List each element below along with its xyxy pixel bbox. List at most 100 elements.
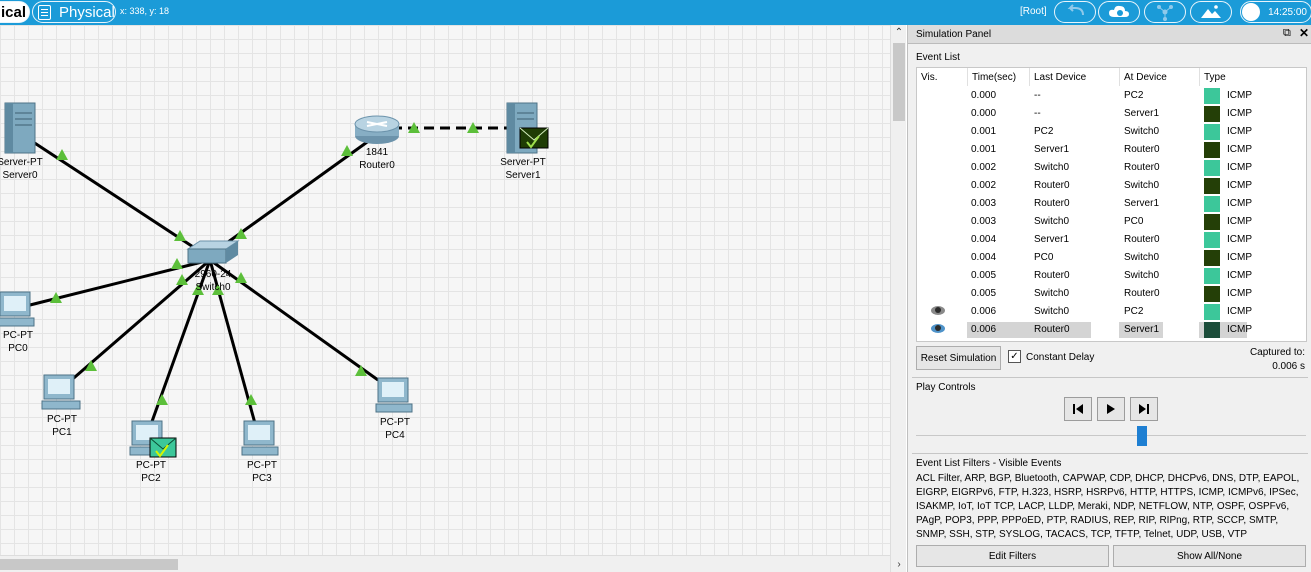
server0-icon <box>4 102 36 154</box>
scroll-up-icon[interactable]: ⌃ <box>891 27 907 38</box>
pdu-color-swatch <box>1204 250 1220 266</box>
event-time: 0.006 <box>971 324 997 335</box>
top-toolbar: ical Physical x: 338, y: 18 [Root] 14:25… <box>0 0 1311 25</box>
event-last-device: Server1 <box>1034 234 1070 245</box>
event-list-table[interactable]: Vis. Time(sec) Last Device At Device Typ… <box>916 67 1307 342</box>
event-type: ICMP <box>1227 306 1252 317</box>
router0-label[interactable]: 1841 Router0 <box>359 146 395 172</box>
pdu-color-swatch <box>1204 196 1220 212</box>
constant-delay-label: Constant Delay <box>1026 352 1095 363</box>
play-speed-slider-thumb[interactable] <box>1137 426 1147 446</box>
panel-header: Simulation Panel ⧉ ✕ <box>908 25 1311 44</box>
event-at-device: Router0 <box>1124 288 1160 299</box>
event-last-device: Switch0 <box>1034 216 1070 227</box>
device-name: PC1 <box>52 427 72 438</box>
scrollbar-thumb[interactable] <box>893 43 905 121</box>
play-speed-slider-track[interactable] <box>916 435 1306 436</box>
event-at-device: Router0 <box>1124 144 1160 155</box>
event-time: 0.004 <box>971 252 997 263</box>
event-at-device: PC2 <box>1124 306 1144 317</box>
pdu-color-swatch <box>1204 160 1220 176</box>
event-last-device: Router0 <box>1034 198 1070 209</box>
tab-physical[interactable]: Physical <box>32 1 116 23</box>
eye-icon[interactable] <box>931 324 945 333</box>
event-row[interactable]: 0.002 Switch0 Router0 ICMP <box>917 159 1306 177</box>
column-header[interactable]: Type <box>1199 68 1305 86</box>
show-all-none-button[interactable]: Show All/None <box>1113 545 1306 567</box>
close-icon[interactable]: ✕ <box>1299 26 1309 40</box>
event-row[interactable]: 0.004 PC0 Switch0 ICMP <box>917 249 1306 267</box>
column-header[interactable]: Last Device <box>1029 68 1119 86</box>
server1-label[interactable]: Server-PT Server1 <box>500 156 546 182</box>
event-time: 0.002 <box>971 162 997 173</box>
reset-simulation-button[interactable]: Reset Simulation <box>916 346 1001 370</box>
event-at-device: Router0 <box>1124 234 1160 245</box>
cloud-button[interactable] <box>1098 1 1140 23</box>
switch0-label[interactable]: 2960-24 Switch0 <box>195 268 232 294</box>
root-breadcrumb[interactable]: [Root] <box>1020 6 1047 17</box>
event-time: 0.003 <box>971 216 997 227</box>
event-row[interactable]: 0.002 Router0 Switch0 ICMP <box>917 177 1306 195</box>
column-header[interactable]: Time(sec) <box>967 68 1029 86</box>
event-row[interactable]: 0.006 Switch0 PC2 ICMP <box>917 303 1306 321</box>
event-last-device: PC0 <box>1034 252 1054 263</box>
step-back-icon <box>1073 404 1083 414</box>
background-image-button[interactable] <box>1190 1 1232 23</box>
workspace-horizontal-scrollbar[interactable] <box>0 555 890 572</box>
workspace-vertical-scrollbar[interactable]: ⌃ › <box>890 25 906 572</box>
logical-workspace[interactable]: Server-PT Server0 1841 Router0 Server-PT… <box>0 25 890 555</box>
event-row[interactable]: 0.001 Server1 Router0 ICMP <box>917 141 1306 159</box>
edit-filters-button[interactable]: Edit Filters <box>916 545 1109 567</box>
event-row[interactable]: 0.001 PC2 Switch0 ICMP <box>917 123 1306 141</box>
tab-logical[interactable]: ical <box>0 1 30 23</box>
event-row[interactable]: 0.003 Switch0 PC0 ICMP <box>917 213 1306 231</box>
captured-to-label: Captured to: <box>1249 347 1305 358</box>
back-button[interactable] <box>1054 1 1096 23</box>
device-model: 2960-24 <box>194 269 232 280</box>
column-header[interactable]: Vis. <box>921 72 938 83</box>
constant-delay-checkbox[interactable]: ✓ <box>1008 350 1021 363</box>
scroll-right-icon[interactable]: › <box>891 559 907 570</box>
device-name: Server1 <box>505 170 541 181</box>
column-header[interactable]: At Device <box>1119 68 1199 86</box>
cursor-coordinates: x: 338, y: 18 <box>120 6 170 16</box>
server0-label[interactable]: Server-PT Server0 <box>0 156 43 182</box>
event-last-device: Switch0 <box>1034 288 1070 299</box>
eye-icon[interactable] <box>931 306 945 315</box>
device-model: PC-PT <box>3 330 33 341</box>
event-row[interactable]: 0.005 Switch0 Router0 ICMP <box>917 285 1306 303</box>
event-time: 0.001 <box>971 126 997 137</box>
event-row[interactable]: 0.003 Router0 Server1 ICMP <box>917 195 1306 213</box>
event-row[interactable]: 0.004 Server1 Router0 ICMP <box>917 231 1306 249</box>
back-button[interactable] <box>1064 397 1092 421</box>
play-button[interactable] <box>1097 397 1125 421</box>
pdu-color-swatch <box>1204 178 1220 194</box>
network-icon <box>1157 5 1173 21</box>
rack-icon <box>38 5 51 20</box>
event-type: ICMP <box>1227 180 1252 191</box>
scrollbar-thumb[interactable] <box>0 559 178 570</box>
pc1-label[interactable]: PC-PT PC1 <box>47 413 77 439</box>
event-row[interactable]: 0.000 -- PC2 ICMP <box>917 87 1306 105</box>
event-time: 0.000 <box>971 108 997 119</box>
pc3-label[interactable]: PC-PT PC3 <box>247 459 277 485</box>
pc3-icon <box>241 420 279 456</box>
captured-to: Captured to: 0.006 s <box>1250 346 1305 374</box>
simulation-panel: Simulation Panel ⧉ ✕ Event List Vis. Tim… <box>907 25 1311 572</box>
pdu-color-swatch <box>1204 286 1220 302</box>
capture-forward-button[interactable] <box>1130 397 1158 421</box>
event-row[interactable]: 0.005 Router0 Switch0 ICMP <box>917 267 1306 285</box>
restore-icon[interactable]: ⧉ <box>1283 27 1291 40</box>
event-row[interactable]: 0.000 -- Server1 ICMP <box>917 105 1306 123</box>
pc2-label[interactable]: PC-PT PC2 <box>136 459 166 485</box>
event-last-device: Server1 <box>1034 144 1070 155</box>
event-type: ICMP <box>1227 162 1252 173</box>
device-model: 1841 <box>365 147 389 158</box>
play-icon <box>1107 404 1115 414</box>
event-type: ICMP <box>1227 234 1252 245</box>
pc0-label[interactable]: PC-PT PC0 <box>3 329 33 355</box>
event-row[interactable]: 0.006 Router0 Server1 ICMP <box>917 321 1306 339</box>
pc1-icon <box>41 374 81 410</box>
pc4-label[interactable]: PC-PT PC4 <box>380 416 410 442</box>
network-button[interactable] <box>1144 1 1186 23</box>
